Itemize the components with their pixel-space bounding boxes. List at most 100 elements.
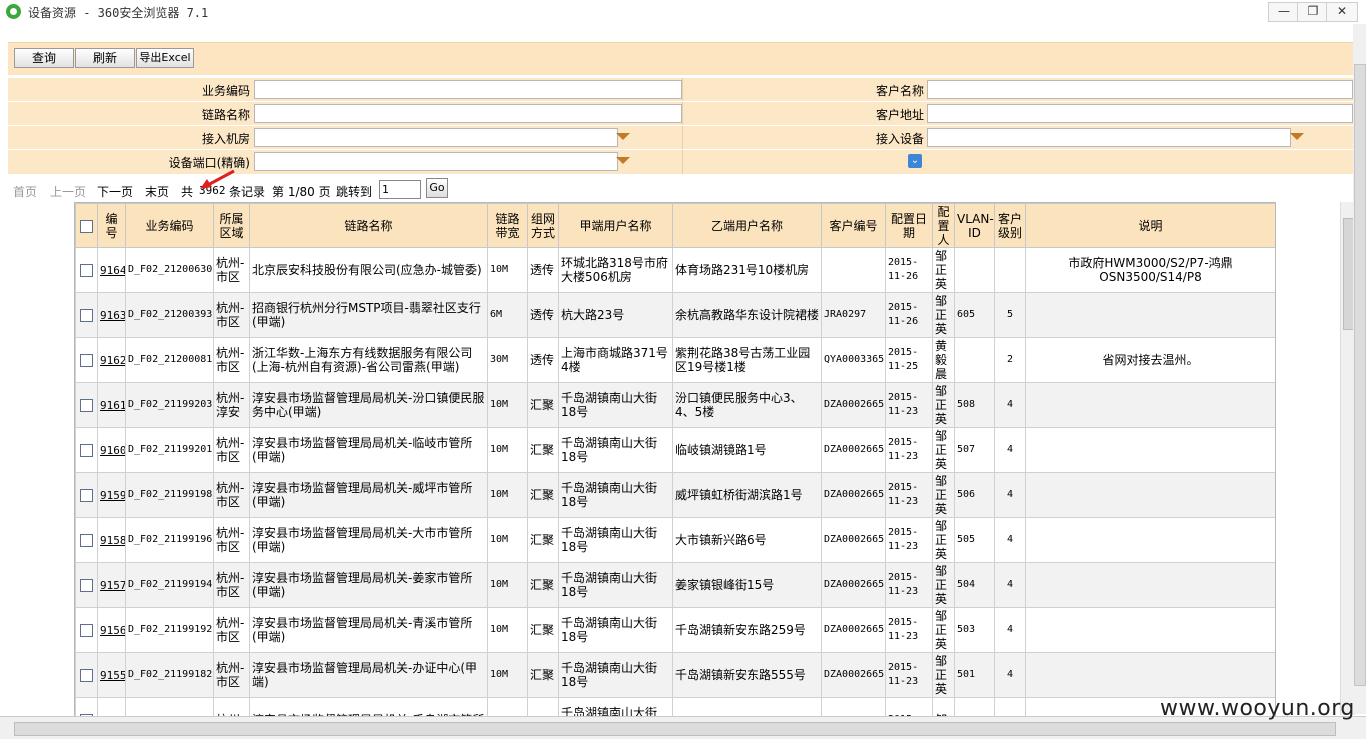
row-checkbox[interactable]	[80, 669, 93, 682]
col-header[interactable]: 乙端用户名称	[672, 203, 822, 248]
row-link-name: 淳安县市场监督管理局局机关-临岐市管所(甲端)	[249, 427, 488, 473]
col-header[interactable]: 配置日期	[885, 203, 933, 248]
pager-prev[interactable]: 上一页	[50, 183, 86, 200]
row-b-end: 千岛湖镇新安东路555号	[672, 652, 822, 698]
col-header[interactable]: 所属区域	[213, 203, 250, 248]
table-row[interactable]: 9163 D_F02_21200393 杭州-市区 招商银行杭州分行MSTP项目-翡翠…	[75, 292, 1275, 338]
table-row[interactable]: 9158 D_F02_21199196 杭州-市区 淳安县市场监督管理局局机关-大市市…	[75, 517, 1275, 563]
row-select-cell[interactable]	[75, 562, 98, 608]
access-device-select[interactable]	[927, 128, 1291, 147]
query-button[interactable]: 查询	[14, 48, 74, 68]
row-checkbox[interactable]	[80, 264, 93, 277]
row-select-cell[interactable]	[75, 337, 98, 383]
table-row[interactable]: 9164 D_F02_21200630 杭州-市区 北京辰安科技股份有限公司(应急办-…	[75, 247, 1275, 293]
row-checkbox[interactable]	[80, 399, 93, 412]
row-id-link[interactable]: 9163	[100, 309, 125, 322]
col-header[interactable]: 说明	[1025, 203, 1275, 248]
row-network-mode: 透传	[527, 337, 559, 383]
col-header[interactable]: 业务编码	[125, 203, 214, 248]
row-checkbox[interactable]	[80, 309, 93, 322]
row-config-person: 邹正英	[932, 607, 955, 653]
col-header[interactable]: 链路名称	[249, 203, 488, 248]
row-select-cell[interactable]	[75, 427, 98, 473]
row-link-name: 淳安县市场监督管理局局机关-大市市管所(甲端)	[249, 517, 488, 563]
pager-jump-input[interactable]: 1	[379, 180, 421, 199]
row-id-link[interactable]: 9160	[100, 444, 125, 457]
col-header[interactable]: VLAN-ID	[954, 203, 995, 248]
row-id-link[interactable]: 9156	[100, 624, 125, 637]
row-select-cell[interactable]	[75, 472, 98, 518]
row-id-link[interactable]: 9164	[100, 264, 125, 277]
row-id-link[interactable]: 9159	[100, 489, 125, 502]
export-excel-button[interactable]: 导出Excel	[136, 48, 194, 68]
col-header[interactable]: 客户级别	[994, 203, 1026, 248]
table-row[interactable]: 9161 D_F02_21199203 杭州-淳安 淳安县市场监督管理局局机关-汾口镇…	[75, 382, 1275, 428]
row-select-cell[interactable]	[75, 382, 98, 428]
row-level: 4	[994, 472, 1026, 518]
table-row[interactable]: 9162 D_F02_21200081 杭州-市区 浙江华数-上海东方有线数据服务有限…	[75, 337, 1275, 383]
row-id-link[interactable]: 9155	[100, 669, 125, 682]
row-link-name: 北京辰安科技股份有限公司(应急办-城管委)	[249, 247, 488, 293]
row-id-link[interactable]: 9157	[100, 579, 125, 592]
scroll-thumb[interactable]	[1354, 64, 1366, 686]
table-row[interactable]: 9156 D_F02_21199192 杭州-市区 淳安县市场监督管理局局机关-青溪市…	[75, 607, 1275, 653]
col-header[interactable]: 客户编号	[821, 203, 886, 248]
row-id-link[interactable]: 9162	[100, 354, 125, 367]
row-id-cell: 9155	[97, 652, 126, 698]
row-checkbox[interactable]	[80, 579, 93, 592]
col-header[interactable]: 编号	[97, 203, 126, 248]
access-room-select[interactable]	[254, 128, 618, 147]
row-b-end: 大市镇新兴路6号	[672, 517, 822, 563]
row-select-cell[interactable]	[75, 517, 98, 563]
row-id-cell	[97, 697, 126, 716]
expand-icon[interactable]: ⌄	[908, 154, 922, 168]
go-button[interactable]: Go	[426, 178, 448, 198]
table-header-row: 编号 业务编码 所属区域 链路名称 链路带宽 组网方式 甲端用户名称 乙端用户名…	[75, 203, 1275, 248]
minimize-button[interactable]: —	[1268, 2, 1300, 22]
row-checkbox[interactable]	[80, 534, 93, 547]
biz-code-input[interactable]	[254, 80, 682, 99]
pager-next[interactable]: 下一页	[97, 183, 133, 200]
table-row[interactable]: 9155 D_F02_21199182 杭州-市区 淳安县市场监督管理局局机关-办证中…	[75, 652, 1275, 698]
customer-name-input[interactable]	[927, 80, 1353, 99]
row-checkbox[interactable]	[80, 624, 93, 637]
row-select-cell[interactable]	[75, 247, 98, 293]
select-all-cell[interactable]	[75, 203, 98, 248]
customer-addr-input[interactable]	[927, 104, 1353, 123]
row-select-cell[interactable]	[75, 292, 98, 338]
row-id-link[interactable]: 9158	[100, 534, 125, 547]
row-id-cell: 9157	[97, 562, 126, 608]
select-all-checkbox[interactable]	[80, 219, 93, 233]
row-select-cell[interactable]	[75, 652, 98, 698]
col-header[interactable]: 链路带宽	[487, 203, 528, 248]
maximize-button[interactable]: ❐	[1297, 2, 1329, 22]
scroll-thumb[interactable]	[14, 722, 1336, 736]
table-row[interactable]: 杭州-淳安县市场监督管理局局机关-千岛湖市管所 千岛湖镇南山大街18 2015-邹	[75, 697, 1275, 716]
table-row[interactable]: 9160 D_F02_21199201 杭州-市区 淳安县市场监督管理局局机关-临岐市…	[75, 427, 1275, 473]
col-header[interactable]: 甲端用户名称	[558, 203, 673, 248]
refresh-button[interactable]: 刷新	[75, 48, 135, 68]
chevron-down-icon[interactable]	[616, 133, 630, 140]
row-checkbox[interactable]	[80, 444, 93, 457]
chevron-down-icon[interactable]	[1290, 133, 1304, 140]
row-select-cell[interactable]	[75, 697, 98, 716]
row-vlan: 507	[954, 427, 995, 473]
col-header[interactable]: 组网方式	[527, 203, 559, 248]
row-note: 省网对接去温州。	[1025, 337, 1275, 383]
table-row[interactable]: 9159 D_F02_21199198 杭州-市区 淳安县市场监督管理局局机关-威坪市…	[75, 472, 1275, 518]
row-checkbox[interactable]	[80, 354, 93, 367]
pager-last[interactable]: 末页	[145, 183, 169, 200]
row-select-cell[interactable]	[75, 607, 98, 653]
device-port-select[interactable]	[254, 152, 618, 171]
row-customer-id	[821, 247, 886, 293]
page-vertical-scrollbar[interactable]	[1353, 24, 1366, 714]
row-checkbox[interactable]	[80, 489, 93, 502]
row-id-link[interactable]: 9161	[100, 399, 125, 412]
pager-first[interactable]: 首页	[13, 183, 37, 200]
close-button[interactable]: ✕	[1326, 2, 1358, 22]
customer-name-label: 客户名称	[875, 84, 924, 98]
col-header[interactable]: 配置人	[932, 203, 955, 248]
table-row[interactable]: 9157 D_F02_21199194 杭州-市区 淳安县市场监督管理局局机关-姜家市…	[75, 562, 1275, 608]
link-name-input[interactable]	[254, 104, 682, 123]
chevron-down-icon[interactable]	[616, 157, 630, 164]
